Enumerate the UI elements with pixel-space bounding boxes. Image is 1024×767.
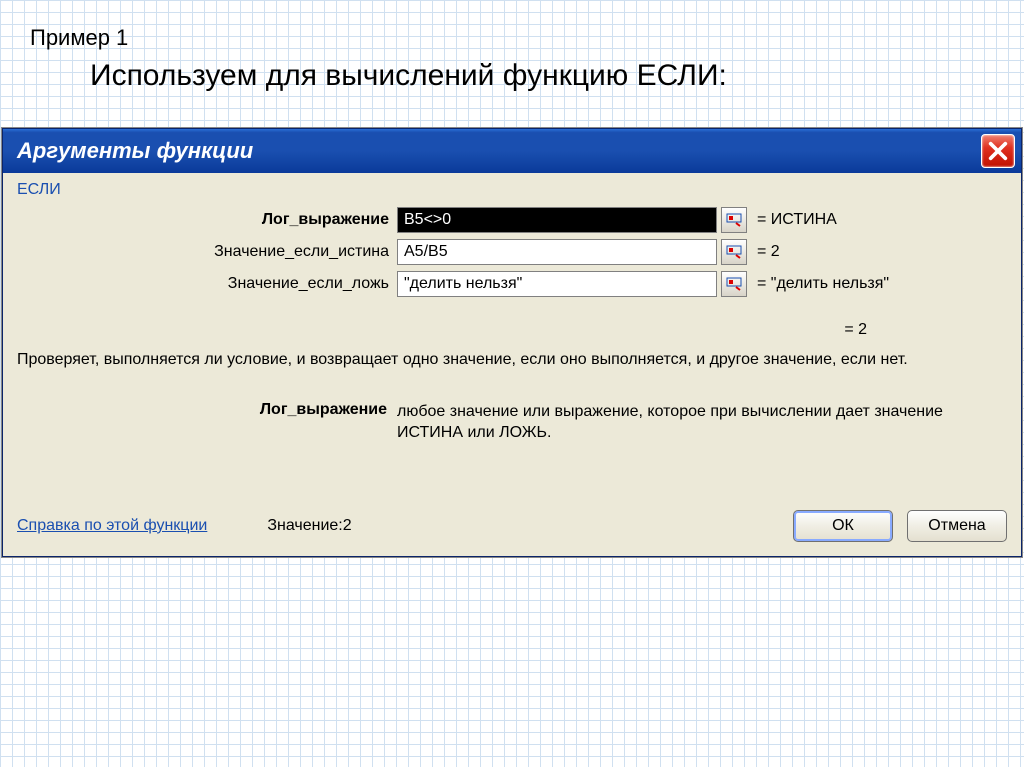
range-selector-button[interactable] [721,239,747,265]
range-selector-button[interactable] [721,271,747,297]
arg-result: = ИСТИНА [757,211,837,229]
help-link[interactable]: Справка по этой функции [17,517,207,535]
arg-input-value-if-false[interactable] [397,271,717,297]
arg-input-value-if-true[interactable] [397,239,717,265]
function-description: Проверяет, выполняется ли условие, и воз… [17,349,1007,371]
arg-result: = 2 [757,243,780,261]
dialog-title: Аргументы функции [17,138,253,164]
close-button[interactable] [981,134,1015,168]
arg-label: Значение_если_истина [17,243,397,261]
arg-row-logical-test: Лог_выражение = ИСТИНА [17,207,1007,233]
arg-input-logical-test[interactable] [397,207,717,233]
arg-row-value-if-false: Значение_если_ложь = "делить нельзя" [17,271,1007,297]
argument-help-label: Лог_выражение [17,401,397,444]
range-selector-button[interactable] [721,207,747,233]
range-icon [726,277,742,291]
subtitle: Используем для вычислений функцию ЕСЛИ: [90,59,994,93]
arg-result: = "делить нельзя" [757,275,889,293]
range-icon [726,213,742,227]
cancel-button[interactable]: Отмена [907,510,1007,542]
function-name: ЕСЛИ [17,181,1007,199]
function-arguments-dialog: Аргументы функции ЕСЛИ Лог_выражение = И… [2,128,1022,557]
argument-help-text: любое значение или выражение, которое пр… [397,401,1007,444]
result-value-label: Значение:2 [267,517,351,535]
example-label: Пример 1 [30,25,994,51]
arg-label: Лог_выражение [17,211,397,229]
arg-label: Значение_если_ложь [17,275,397,293]
arg-row-value-if-true: Значение_если_истина = 2 [17,239,1007,265]
ok-button[interactable]: ОК [793,510,893,542]
range-icon [726,245,742,259]
close-icon [987,140,1009,162]
dialog-footer: Справка по этой функции Значение:2 ОК От… [17,504,1007,542]
titlebar: Аргументы функции [3,129,1021,173]
overall-result: = 2 [17,321,1007,339]
argument-help: Лог_выражение любое значение или выражен… [17,401,1007,444]
